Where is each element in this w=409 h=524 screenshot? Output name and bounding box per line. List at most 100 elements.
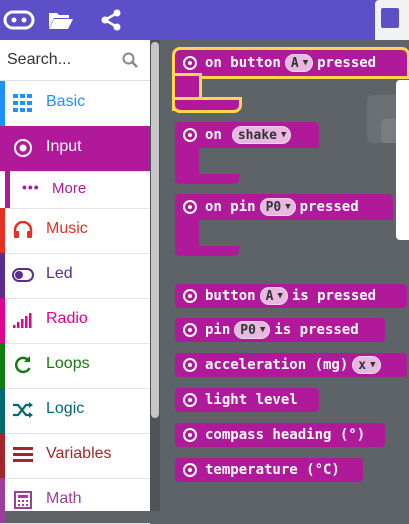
refresh-icon: [12, 355, 34, 375]
dropdown-value: A: [290, 55, 299, 71]
block-text: pressed: [299, 199, 359, 215]
search-box[interactable]: Search...: [0, 40, 150, 81]
block-text: on: [205, 127, 222, 143]
block-mouth-bottom: [175, 246, 239, 256]
category-color-bar: [0, 298, 5, 343]
block-text: button: [205, 288, 256, 304]
category-input-more[interactable]: ••• More: [0, 171, 150, 209]
radio-button-icon: [183, 200, 197, 214]
category-label: Radio: [46, 310, 88, 327]
category-color-bar: [0, 433, 5, 478]
category-input[interactable]: Input: [0, 126, 150, 172]
category-color-bar: [0, 478, 5, 523]
category-label: Led: [46, 265, 73, 282]
chevron-down-icon: ▼: [277, 291, 283, 301]
block-text: is pressed: [274, 322, 359, 338]
category-color-bar: [0, 253, 5, 298]
toolbox: Search... Basic Input ••• More Music Led…: [0, 40, 151, 524]
microbit-icon[interactable]: [0, 0, 38, 40]
category-variables[interactable]: Variables: [0, 433, 150, 479]
block-text: pin: [205, 322, 231, 338]
dropdown-value: P0: [240, 322, 256, 338]
category-label: Math: [46, 490, 82, 507]
category-radio[interactable]: Radio: [0, 298, 150, 344]
chevron-down-icon: ▼: [281, 130, 287, 140]
signal-bars-icon: [12, 310, 34, 330]
radio-button-icon: [183, 358, 197, 372]
chevron-down-icon: ▼: [285, 202, 291, 212]
category-label: Input: [46, 138, 82, 155]
gesture-dropdown[interactable]: shake ▼: [231, 126, 292, 144]
category-label: Basic: [46, 93, 86, 110]
on-shake-header[interactable]: on shake ▼: [175, 122, 319, 148]
light-level-block[interactable]: light level: [175, 388, 319, 412]
headphones-icon: [12, 220, 34, 240]
scrollbar-thumb[interactable]: [151, 42, 159, 418]
category-basic[interactable]: Basic: [0, 81, 150, 127]
dropdown-value: P0: [265, 199, 282, 215]
workspace-side-panel: [396, 80, 409, 240]
radio-button-icon: [183, 56, 197, 70]
axis-dropdown[interactable]: x ▼: [352, 356, 381, 374]
category-logic[interactable]: Logic: [0, 388, 150, 434]
chevron-down-icon: ▼: [302, 58, 309, 68]
button-dropdown[interactable]: A ▼: [284, 54, 314, 72]
pin-is-pressed-block[interactable]: pin P0 ▼ is pressed: [175, 318, 385, 342]
compass-heading-block[interactable]: compass heading (°): [175, 423, 385, 447]
list-icon: [12, 445, 34, 465]
category-label: Music: [46, 220, 88, 237]
grid-icon: [12, 93, 34, 113]
category-label: Logic: [46, 400, 85, 417]
dropdown-value: A: [265, 288, 274, 304]
acceleration-block[interactable]: acceleration (mg) x ▼: [175, 353, 407, 377]
chevron-down-icon: ▼: [370, 360, 376, 370]
toolbar-tab[interactable]: [375, 0, 409, 40]
dropdown-value: shake: [237, 127, 277, 143]
category-label: Variables: [46, 445, 112, 462]
block-text: pressed: [317, 55, 377, 71]
radio-button-icon: [183, 128, 197, 142]
block-text: temperature (°C): [205, 462, 340, 478]
dropdown-value: x: [358, 357, 367, 373]
more-label: More: [52, 180, 87, 197]
puzzle-icon: [381, 8, 399, 28]
more-dots-icon: •••: [22, 179, 40, 195]
category-loops[interactable]: Loops: [0, 343, 150, 389]
category-color-bar: [0, 343, 5, 388]
chevron-down-icon: ▼: [259, 325, 266, 335]
radio-button-icon: [183, 289, 197, 303]
share-icon[interactable]: [96, 0, 126, 40]
category-color-bar: [0, 388, 5, 433]
top-bar: [0, 0, 409, 40]
category-color-bar: [0, 208, 5, 253]
toolbox-scrollbar[interactable]: [150, 40, 160, 511]
block-text: light level: [205, 392, 298, 408]
on-button-pressed-header[interactable]: on button A ▼ pressed: [172, 47, 409, 79]
on-pin-pressed-header[interactable]: on pin P0 ▼ pressed: [175, 194, 393, 220]
radio-button-icon: [183, 393, 197, 407]
search-input[interactable]: Search...: [7, 51, 71, 69]
block-text: compass heading (°): [205, 427, 366, 443]
block-text: on pin: [205, 199, 256, 215]
shuffle-icon: [12, 400, 34, 420]
category-led[interactable]: Led: [0, 253, 150, 299]
category-label: Loops: [46, 355, 90, 372]
category-color-bar: [5, 171, 10, 208]
radio-button-icon: [183, 428, 197, 442]
folder-open-icon[interactable]: [46, 0, 76, 40]
toggle-icon: [12, 265, 34, 285]
block-text: acceleration (mg): [205, 357, 349, 373]
radio-button-icon: [183, 323, 197, 337]
button-is-pressed-block[interactable]: button A ▼ is pressed: [175, 284, 407, 308]
pin-dropdown[interactable]: P0 ▼: [259, 198, 296, 216]
search-icon[interactable]: [122, 52, 138, 73]
radio-button-icon: [183, 463, 197, 477]
button-dropdown[interactable]: A ▼: [259, 287, 288, 305]
block-text: is pressed: [291, 288, 377, 304]
calculator-icon: [12, 490, 34, 510]
category-music[interactable]: Music: [0, 208, 150, 254]
pin-dropdown[interactable]: P0 ▼: [234, 321, 271, 339]
category-math[interactable]: Math: [0, 478, 150, 524]
block-text: on button: [205, 55, 281, 71]
temperature-block[interactable]: temperature (°C): [175, 458, 363, 482]
